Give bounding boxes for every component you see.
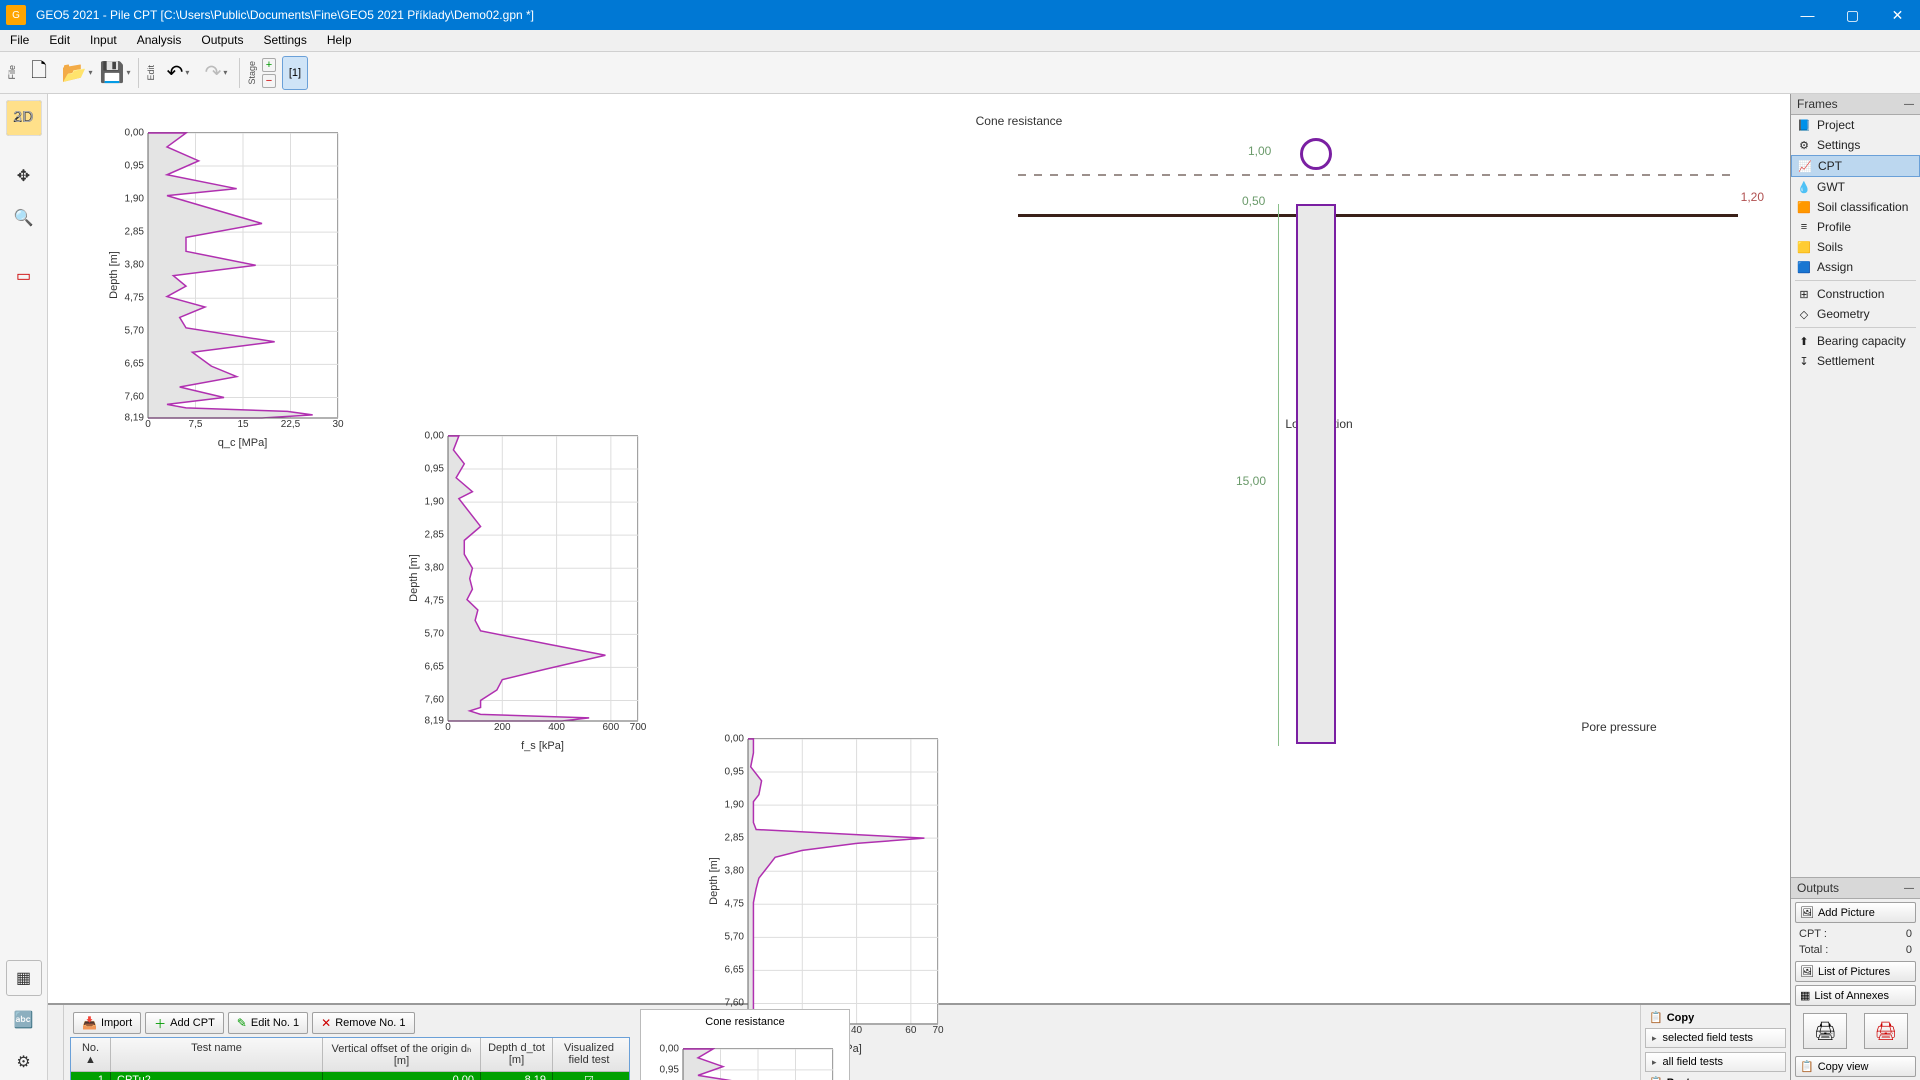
ground-line <box>1018 214 1738 217</box>
copy-selected-button[interactable]: selected field tests <box>1645 1028 1786 1048</box>
toolbar-file-label: File <box>7 65 17 80</box>
maximize-button[interactable]: ▢ <box>1830 0 1875 30</box>
preview-chart-title: Cone resistance <box>649 1016 841 1028</box>
left-tool-strip: 2D 3D ✥ 🔍 ▭ ▦ 🔤 ⚙ <box>0 94 48 1080</box>
chart-title <box>683 1030 833 1048</box>
pile-crosssection-icon <box>1300 138 1332 170</box>
col-depth[interactable]: Depth d_tot [m] <box>481 1038 553 1071</box>
redo-button[interactable]: ↷ <box>199 56 233 90</box>
cpt-table[interactable]: No. ▲ Test name Vertical offset of the o… <box>70 1037 630 1080</box>
import-button[interactable]: 📥Import <box>73 1012 141 1034</box>
pan-tool-button[interactable]: ✥ <box>6 158 42 194</box>
app-icon: G <box>6 5 26 25</box>
menu-help[interactable]: Help <box>317 30 362 51</box>
minimize-button[interactable]: — <box>1785 0 1830 30</box>
col-visualized[interactable]: Visualized field test <box>553 1038 625 1071</box>
menu-bar: File Edit Input Analysis Outputs Setting… <box>0 30 1920 52</box>
dim-length: 15,00 <box>1236 474 1266 488</box>
view-3d-button[interactable]: 3D <box>6 100 42 136</box>
close-button[interactable]: ✕ <box>1875 0 1920 30</box>
pile-section-drawing: 1,00 0,50 1,20 15,00 <box>1018 114 1738 834</box>
toolbar-edit-label: Edit <box>146 65 156 81</box>
table-view-button[interactable]: ▦ <box>6 960 42 996</box>
remove-cpt-button[interactable]: ✕Remove No. 1 <box>312 1012 414 1034</box>
copy-all-button[interactable]: all field tests <box>1645 1052 1786 1072</box>
toolbar: File 🗋 📂 💾 Edit ↶ ↷ Stage + − [1] <box>0 52 1920 94</box>
dim-gwt: 0,50 <box>1242 194 1265 208</box>
menu-settings[interactable]: Settings <box>253 30 316 51</box>
menu-file[interactable]: File <box>0 30 39 51</box>
menu-outputs[interactable]: Outputs <box>191 30 253 51</box>
save-file-button[interactable]: 💾 <box>98 56 132 90</box>
title-bar: G GEO5 2021 - Pile CPT [C:\Users\Public\… <box>0 0 1920 30</box>
copy-view-button[interactable]: 📋Copy view <box>1795 1056 1916 1077</box>
edit-cpt-button[interactable]: ✎Edit No. 1 <box>228 1012 308 1034</box>
undo-button[interactable]: ↶ <box>161 56 195 90</box>
paste-header: 📋Paste <box>1645 1074 1786 1080</box>
dim-diameter: 1,00 <box>1248 144 1271 158</box>
add-stage-button[interactable]: + <box>262 58 276 72</box>
new-file-button[interactable]: 🗋 <box>22 56 56 90</box>
add-cpt-button[interactable]: ＋Add CPT <box>145 1012 224 1034</box>
menu-analysis[interactable]: Analysis <box>127 30 192 51</box>
col-no[interactable]: No. ▲ <box>71 1038 111 1071</box>
settings-gear-button[interactable]: ⚙ <box>6 1044 42 1080</box>
preview-chart: Cone resistance 0,000,951,902,853,804,75… <box>640 1009 850 1080</box>
viewport[interactable]: Cone resistance0,000,951,902,853,804,755… <box>48 94 1790 1004</box>
table-row[interactable]: 1 CPTu2 0,00 8,19 ☑ <box>71 1072 629 1080</box>
zoom-tool-button[interactable]: 🔍 <box>6 200 42 236</box>
stage-tab-1[interactable]: [1] <box>282 56 308 90</box>
bottom-side-tab[interactable]: CPT <box>48 1005 64 1080</box>
remove-stage-button[interactable]: − <box>262 74 276 88</box>
pile-shaft <box>1296 204 1336 744</box>
window-title: GEO5 2021 - Pile CPT [C:\Users\Public\Do… <box>32 8 1785 22</box>
col-name[interactable]: Test name <box>111 1038 323 1071</box>
labels-button[interactable]: 🔤 <box>6 1002 42 1038</box>
dim-head: 1,20 <box>1741 190 1764 204</box>
select-tool-button[interactable]: ▭ <box>6 258 42 294</box>
open-file-button[interactable]: 📂 <box>60 56 94 90</box>
menu-input[interactable]: Input <box>80 30 127 51</box>
frames-header[interactable]: Frames— <box>1791 94 1920 115</box>
menu-edit[interactable]: Edit <box>39 30 80 51</box>
col-offset[interactable]: Vertical offset of the origin dₕ [m] <box>323 1038 481 1071</box>
toolbar-stage-label: Stage <box>247 61 257 85</box>
water-table-line <box>1018 174 1738 176</box>
